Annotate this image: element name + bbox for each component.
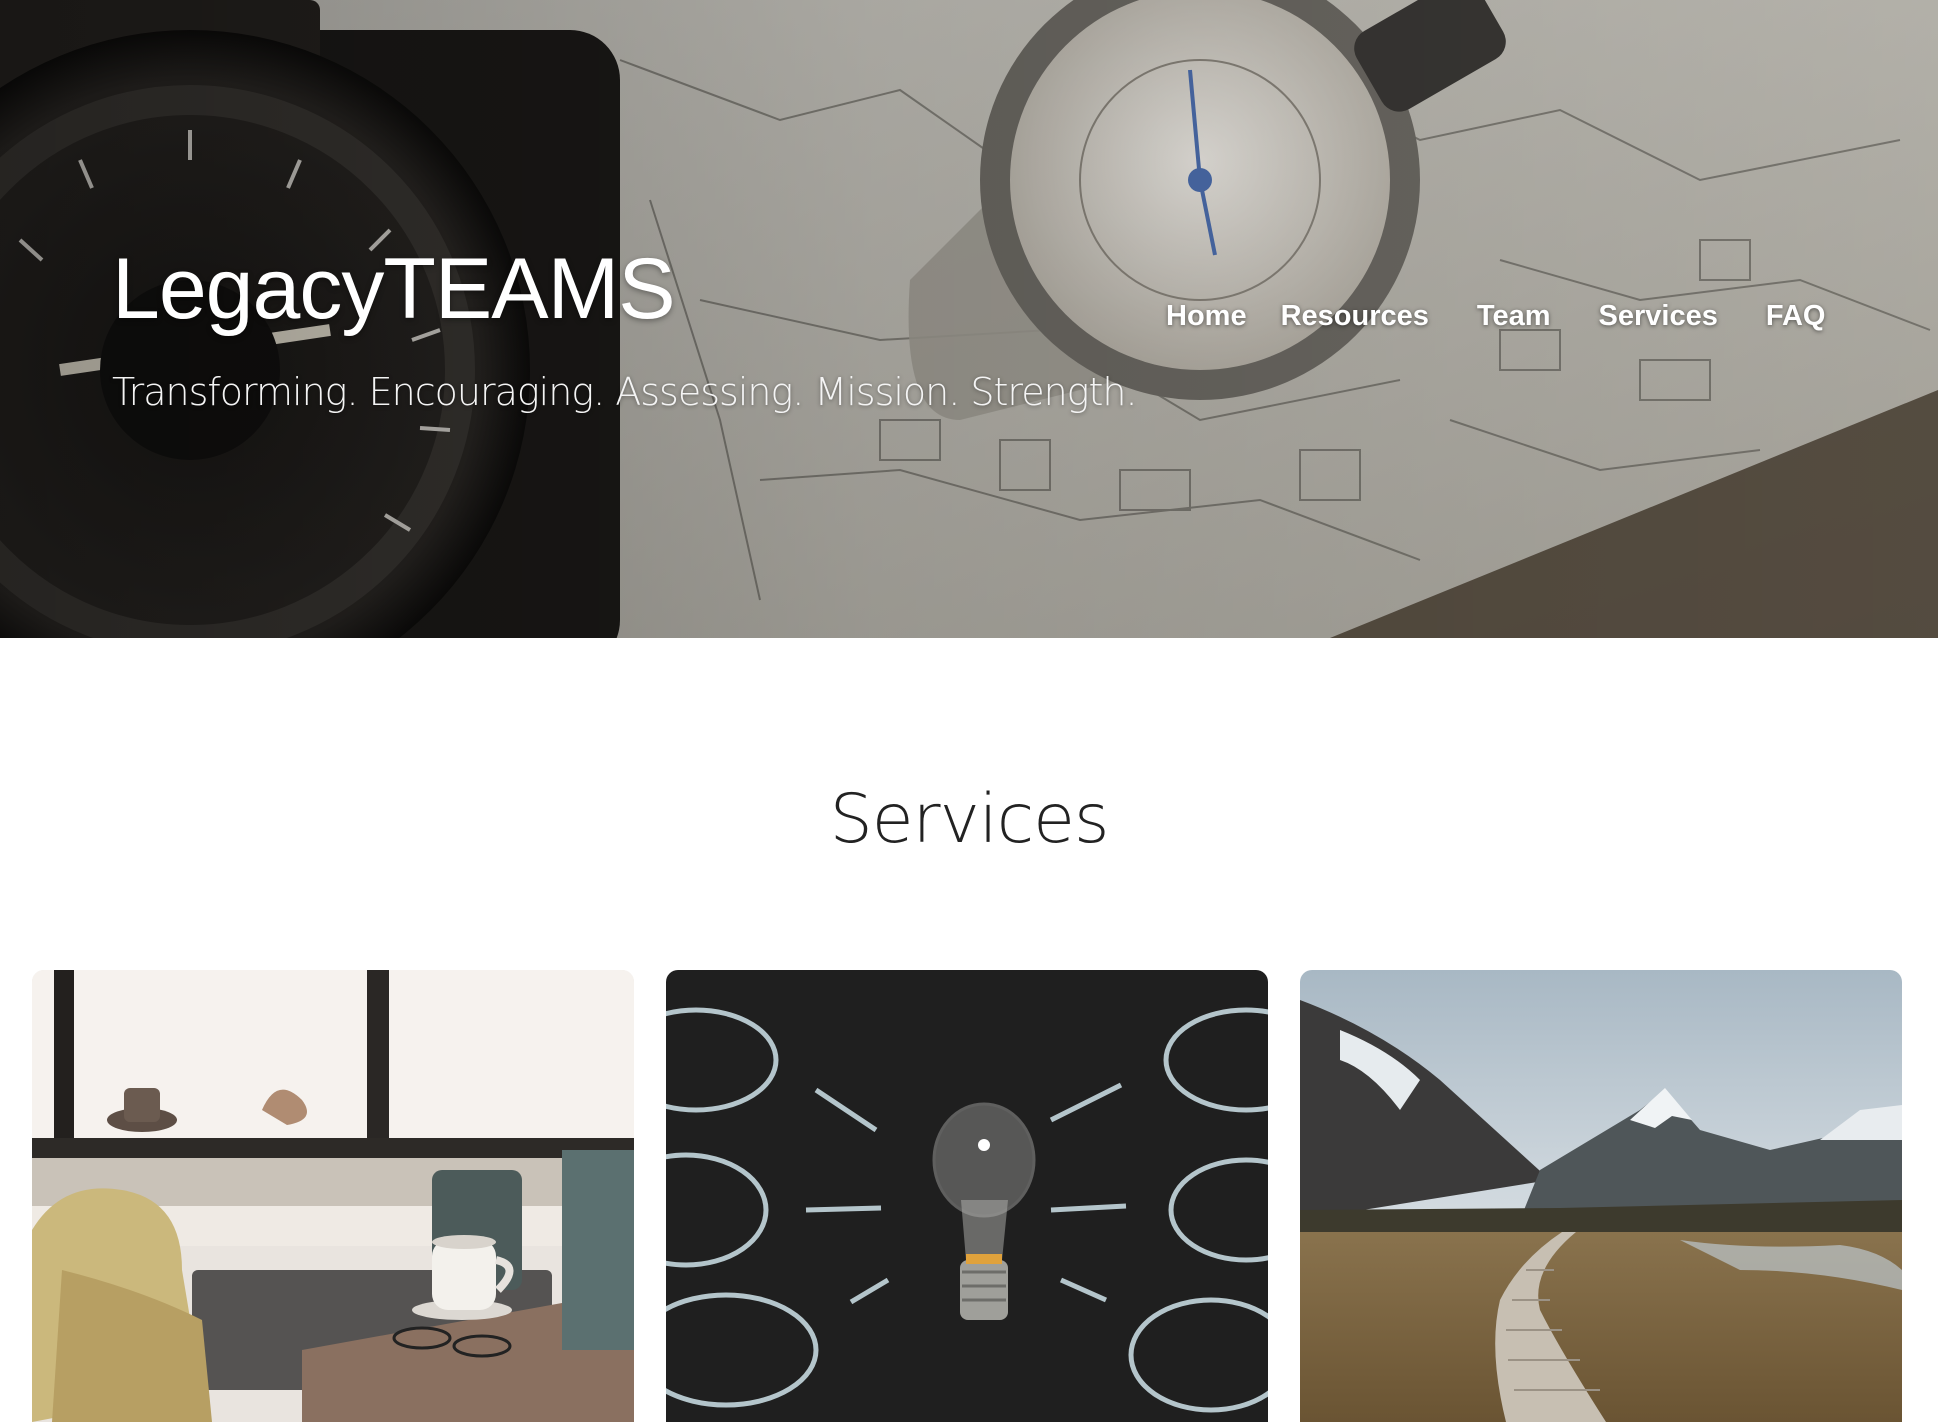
service-card-ideas[interactable]: [666, 970, 1268, 1422]
mountain-boardwalk-image: [1300, 970, 1902, 1422]
lightbulb-chalkboard-image: [666, 970, 1268, 1422]
nav-item-team[interactable]: Team: [1477, 300, 1551, 333]
nav-item-services[interactable]: Services: [1599, 300, 1718, 333]
site-tagline: Transforming. Encouraging. Assessing. Mi…: [112, 370, 1138, 414]
site-title[interactable]: LegacyTEAMS: [112, 240, 676, 339]
nav-item-home[interactable]: Home: [1166, 300, 1247, 333]
nav-item-resources[interactable]: Resources: [1281, 300, 1429, 333]
hero-header: LegacyTEAMS Transforming. Encouraging. A…: [0, 0, 1938, 638]
services-heading: Services: [829, 780, 1110, 859]
service-card-journey[interactable]: [1300, 970, 1902, 1422]
office-desk-coffee-image: [32, 970, 634, 1422]
service-card-office[interactable]: [32, 970, 634, 1422]
main-nav: Home Resources Team Services FAQ: [1166, 300, 1825, 333]
nav-item-faq[interactable]: FAQ: [1766, 300, 1826, 333]
